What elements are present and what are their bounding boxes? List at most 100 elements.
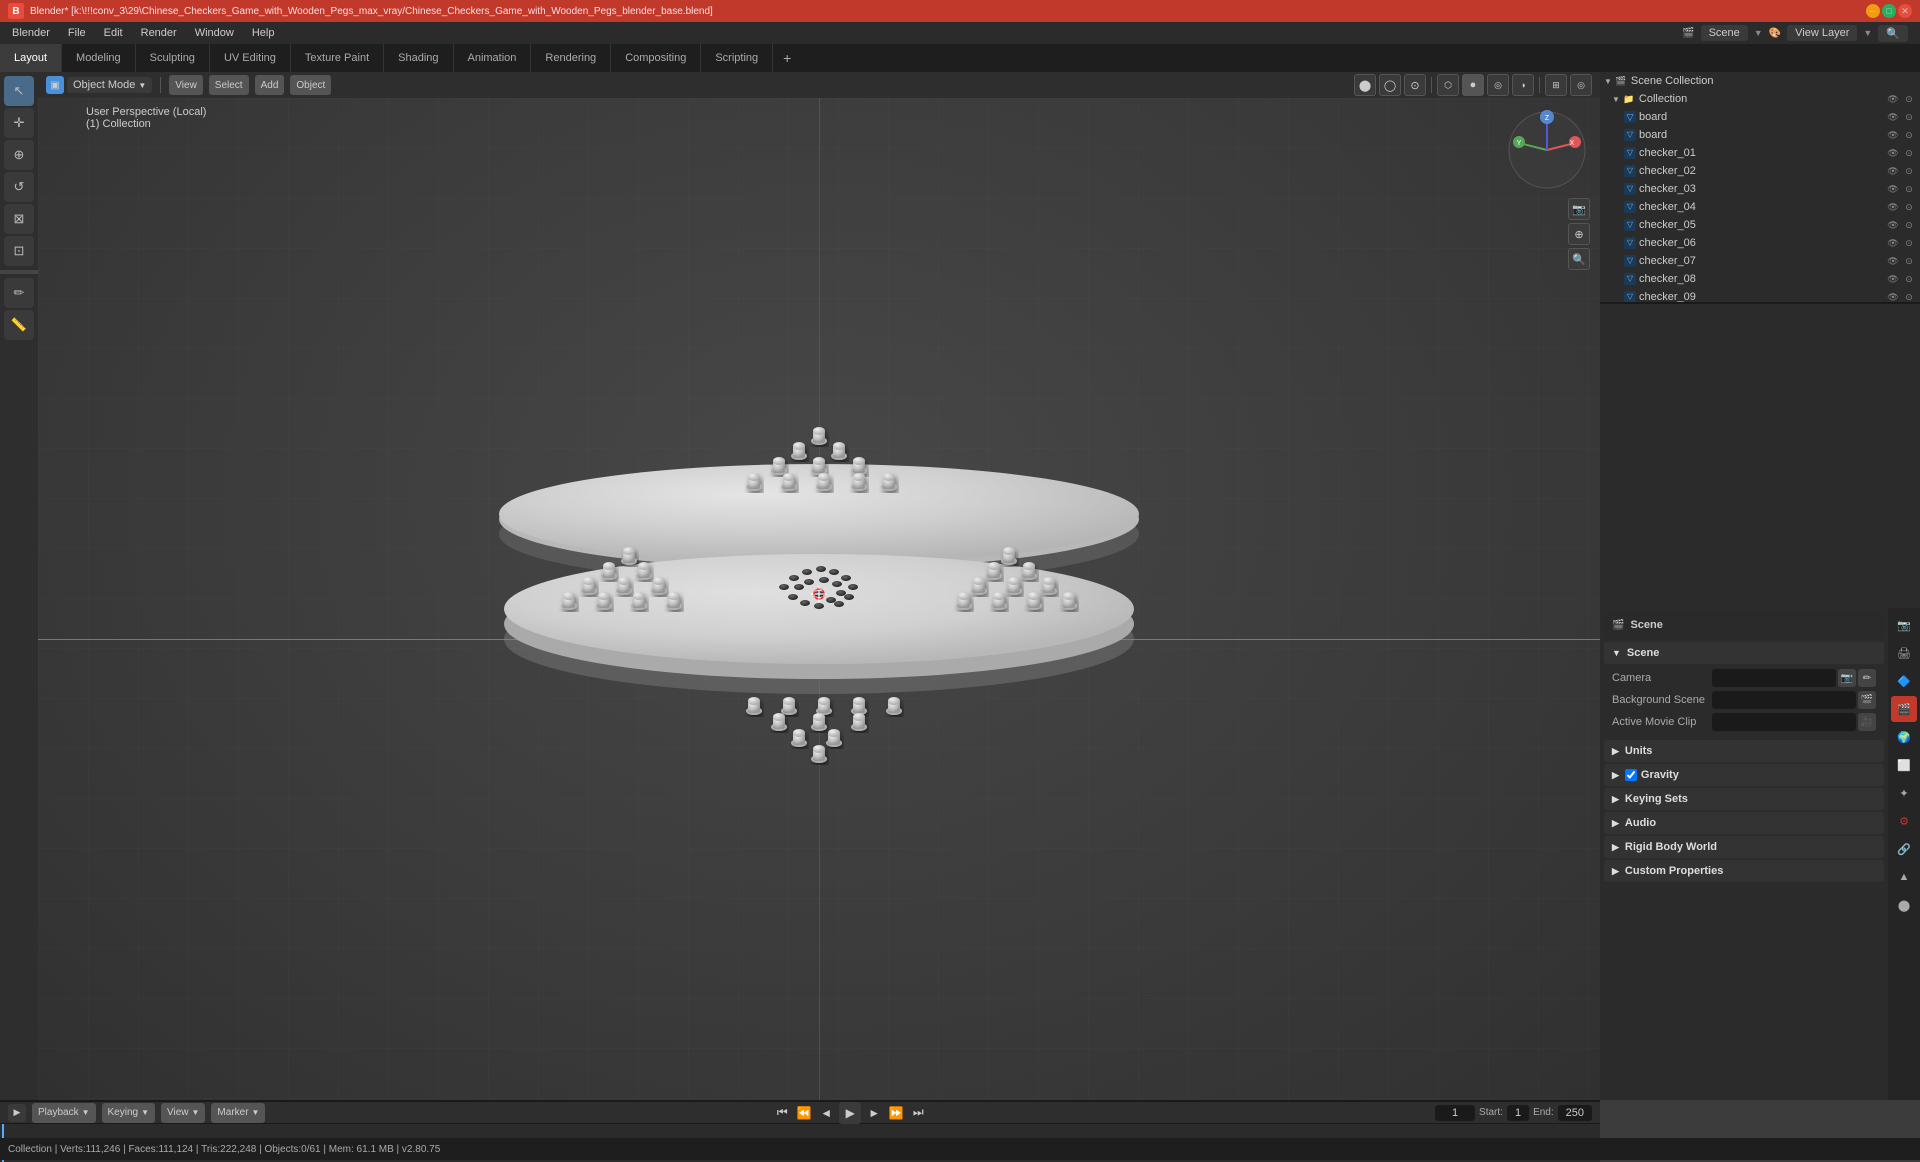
start-frame-input[interactable]: 1: [1507, 1105, 1529, 1121]
viewport-control-btn[interactable]: ⊕: [1568, 223, 1590, 245]
proportional-edit[interactable]: ◎: [1570, 74, 1592, 96]
tool-annotate[interactable]: ✏: [4, 278, 34, 308]
end-frame-input[interactable]: 250: [1558, 1105, 1592, 1121]
scene-selector[interactable]: Scene: [1701, 25, 1748, 41]
marker-menu[interactable]: Marker ▼: [211, 1103, 265, 1123]
outliner-checker_04[interactable]: ▽ checker_04 👁 ⊙: [1600, 198, 1920, 216]
eye-icon-checker_01[interactable]: 👁: [1886, 146, 1900, 160]
outliner-scene-collection[interactable]: ▼ 🎬 Scene Collection: [1600, 72, 1920, 90]
outliner-checker_05[interactable]: ▽ checker_05 👁 ⊙: [1600, 216, 1920, 234]
mode-selector[interactable]: Object Mode ▼: [67, 77, 152, 93]
add-menu[interactable]: Add: [255, 75, 285, 95]
zoom-in-btn[interactable]: 🔍: [1568, 248, 1590, 270]
bg-scene-picker-icon[interactable]: 🎬: [1858, 691, 1876, 709]
eye-icon-checker_03[interactable]: 👁: [1886, 182, 1900, 196]
prop-icon-material[interactable]: ⬤: [1891, 892, 1917, 918]
outliner-board[interactable]: ▽ board 👁 ⊙: [1600, 108, 1920, 126]
prop-icon-output[interactable]: 🖨: [1891, 640, 1917, 666]
outliner-board[interactable]: ▽ board 👁 ⊙: [1600, 126, 1920, 144]
add-workspace-button[interactable]: +: [773, 44, 801, 72]
outliner-checker_07[interactable]: ▽ checker_07 👁 ⊙: [1600, 252, 1920, 270]
board-cursor-icon[interactable]: ⊙: [1902, 110, 1916, 124]
cursor-icon[interactable]: ⊙: [1902, 92, 1916, 106]
prop-icon-view[interactable]: 🔷: [1891, 668, 1917, 694]
prev-keyframe-btn[interactable]: ⏪: [795, 1104, 813, 1122]
cursor-icon-checker_05[interactable]: ⊙: [1902, 218, 1916, 232]
tool-scale[interactable]: ⊠: [4, 204, 34, 234]
board-eye-icon[interactable]: 👁: [1886, 110, 1900, 124]
gravity-checkbox[interactable]: [1625, 769, 1637, 781]
movie-clip-icon[interactable]: 🎥: [1858, 713, 1876, 731]
units-header[interactable]: ▶ Units: [1604, 740, 1884, 762]
viewport-shading-solid[interactable]: ⬤: [1354, 74, 1376, 96]
next-frame-btn[interactable]: ►: [865, 1104, 883, 1122]
tab-scripting[interactable]: Scripting: [701, 44, 773, 72]
bg-scene-value[interactable]: [1712, 691, 1856, 709]
select-menu[interactable]: Select: [209, 75, 249, 95]
camera-picker-icon[interactable]: 📷: [1838, 669, 1856, 687]
movie-clip-value[interactable]: [1712, 713, 1856, 731]
shading-rendered[interactable]: ◎: [1487, 74, 1509, 96]
camera-view-btn[interactable]: 📷: [1568, 198, 1590, 220]
jump-start-btn[interactable]: ⏮: [773, 1104, 791, 1122]
shading-material[interactable]: ◑: [1512, 74, 1534, 96]
tool-cursor[interactable]: ✛: [4, 108, 34, 138]
viewport-gizmo[interactable]: X Y Z: [1505, 108, 1590, 193]
tab-layout[interactable]: Layout: [0, 44, 62, 72]
eye-icon-checker_02[interactable]: 👁: [1886, 164, 1900, 178]
cursor-icon-checker_04[interactable]: ⊙: [1902, 200, 1916, 214]
viewport-3d[interactable]: User Perspective (Local) (1) Collection …: [38, 98, 1600, 1100]
eye-icon-checker_07[interactable]: 👁: [1886, 254, 1900, 268]
prop-icon-particles[interactable]: ✦: [1891, 780, 1917, 806]
object-menu[interactable]: Object: [290, 75, 331, 95]
prop-icon-physics[interactable]: ⚙: [1891, 808, 1917, 834]
viewport-canvas[interactable]: User Perspective (Local) (1) Collection …: [38, 98, 1600, 1100]
camera-edit-icon[interactable]: ✏: [1858, 669, 1876, 687]
tab-compositing[interactable]: Compositing: [611, 44, 701, 72]
prop-icon-render[interactable]: 📷: [1891, 612, 1917, 638]
tab-sculpting[interactable]: Sculpting: [136, 44, 210, 72]
eye-icon-checker_05[interactable]: 👁: [1886, 218, 1900, 232]
prop-icon-constraints[interactable]: 🔗: [1891, 836, 1917, 862]
outliner-checker_08[interactable]: ▽ checker_08 👁 ⊙: [1600, 270, 1920, 288]
tool-transform[interactable]: ⊡: [4, 236, 34, 266]
keying-sets-header[interactable]: ▶ Keying Sets: [1604, 788, 1884, 810]
audio-header[interactable]: ▶ Audio: [1604, 812, 1884, 834]
cursor-icon-checker_06[interactable]: ⊙: [1902, 236, 1916, 250]
play-btn[interactable]: ▶: [839, 1102, 861, 1124]
prop-icon-object[interactable]: ⬜: [1891, 752, 1917, 778]
menu-help[interactable]: Help: [244, 25, 283, 41]
shading-solid[interactable]: ●: [1462, 74, 1484, 96]
tool-rotate[interactable]: ↺: [4, 172, 34, 202]
tool-move[interactable]: ⊕: [4, 140, 34, 170]
viewport-overlay-toggle[interactable]: ◯: [1379, 74, 1401, 96]
snap-toggle[interactable]: ⊞: [1545, 74, 1567, 96]
gravity-header[interactable]: ▶ Gravity: [1604, 764, 1884, 786]
tab-shading[interactable]: Shading: [384, 44, 453, 72]
prev-frame-btn[interactable]: ◄: [817, 1104, 835, 1122]
next-keyframe-btn[interactable]: ⏩: [887, 1104, 905, 1122]
keying-menu[interactable]: Keying ▼: [102, 1103, 156, 1123]
close-button[interactable]: ✕: [1898, 4, 1912, 18]
cursor-icon-checker_07[interactable]: ⊙: [1902, 254, 1916, 268]
prop-icon-scene[interactable]: 🎬: [1891, 696, 1917, 722]
cursor-icon-checker_09[interactable]: ⊙: [1902, 290, 1916, 302]
cursor-icon-checker_01[interactable]: ⊙: [1902, 146, 1916, 160]
tab-texture-paint[interactable]: Texture Paint: [291, 44, 384, 72]
jump-end-btn[interactable]: ⏭: [909, 1104, 927, 1122]
tab-modeling[interactable]: Modeling: [62, 44, 136, 72]
cursor-icon-checker_08[interactable]: ⊙: [1902, 272, 1916, 286]
prop-icon-data[interactable]: ▲: [1891, 864, 1917, 890]
prop-icon-world[interactable]: 🌍: [1891, 724, 1917, 750]
outliner-collection[interactable]: ▼ 📁 Collection 👁 ⊙: [1600, 90, 1920, 108]
minimize-button[interactable]: ─: [1866, 4, 1880, 18]
outliner-checker_06[interactable]: ▽ checker_06 👁 ⊙: [1600, 234, 1920, 252]
menu-edit[interactable]: Edit: [96, 25, 131, 41]
view-menu-timeline[interactable]: View ▼: [161, 1103, 205, 1123]
eye-icon-checker_09[interactable]: 👁: [1886, 290, 1900, 302]
rigid-body-world-header[interactable]: ▶ Rigid Body World: [1604, 836, 1884, 858]
eye-icon[interactable]: 👁: [1886, 92, 1900, 106]
shading-wireframe[interactable]: ⬡: [1437, 74, 1459, 96]
xray-toggle[interactable]: ⊙: [1404, 74, 1426, 96]
menu-file[interactable]: File: [60, 25, 94, 41]
